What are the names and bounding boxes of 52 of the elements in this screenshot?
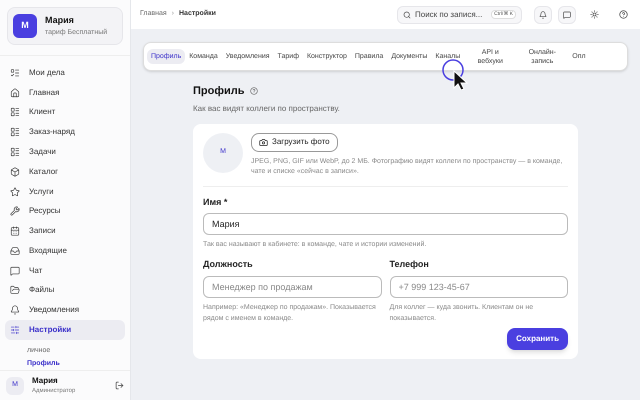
save-button[interactable]: Сохранить: [507, 328, 568, 350]
input-field[interactable]: +7 999 123-45-67: [390, 276, 568, 298]
theme-icon[interactable]: [590, 10, 599, 19]
sidebar-item[interactable]: Записи: [5, 221, 125, 242]
input-field[interactable]: Менеджер по продажам: [203, 276, 382, 298]
search-icon: [403, 10, 411, 18]
field-label: Имя *: [203, 196, 228, 208]
workspace-avatar: М: [13, 14, 37, 38]
chat-icon: [10, 266, 20, 276]
sidebar-item[interactable]: Услуги: [5, 182, 125, 202]
sidebar-item[interactable]: Задачи: [5, 142, 125, 162]
notifications-button[interactable]: [534, 6, 552, 24]
checklist-icon: [10, 68, 20, 78]
cube-icon: [10, 166, 20, 177]
sidebar-item[interactable]: Уведомления: [5, 300, 125, 320]
bell-icon: [10, 305, 20, 316]
list-icon: [10, 107, 20, 118]
star-icon: [10, 186, 20, 197]
calendar-icon: [10, 226, 20, 236]
page-subtitle: Как вас видят коллеги по пространству.: [193, 102, 341, 114]
logout-icon[interactable]: [115, 381, 124, 390]
user-name: Мария: [32, 375, 59, 387]
sidebar-item[interactable]: Клиент: [5, 102, 125, 122]
field-label: Телефон: [390, 258, 430, 271]
home-icon: [10, 88, 20, 98]
folder-icon: [10, 285, 20, 296]
workspace-name: Мария: [45, 14, 75, 27]
sidebar-item[interactable]: Ресурсы: [5, 201, 125, 222]
camera-icon: [259, 138, 268, 146]
sidebar-item[interactable]: Мои дела: [5, 63, 125, 83]
chat-icon: [563, 10, 571, 18]
wrench-icon: [10, 206, 20, 216]
sidebar-item[interactable]: Входящие: [5, 241, 125, 261]
input-field[interactable]: Мария: [203, 213, 568, 235]
list-icon: [10, 127, 20, 138]
messages-button[interactable]: [558, 6, 576, 24]
sidebar-item[interactable]: Чат: [5, 260, 125, 281]
upload-photo-button[interactable]: Загрузить фото: [251, 132, 338, 152]
field-label: Должность: [203, 258, 254, 271]
inbox-icon: [10, 246, 20, 256]
sidebar-item[interactable]: Настройки: [5, 320, 125, 340]
sidebar-item[interactable]: Главная: [5, 82, 125, 103]
list-icon: [10, 147, 20, 158]
page-title: Профиль: [193, 84, 244, 99]
sidebar-item[interactable]: Заказ-наряд: [5, 122, 125, 142]
help-icon[interactable]: [619, 10, 628, 19]
sidebar-item[interactable]: Файлы: [5, 280, 125, 300]
sidebar-item[interactable]: Каталог: [5, 162, 125, 182]
help-icon[interactable]: [250, 87, 258, 96]
settings-icon: [10, 325, 20, 336]
search-placeholder: Поиск по запися...: [415, 8, 484, 20]
bell-icon: [539, 10, 547, 18]
